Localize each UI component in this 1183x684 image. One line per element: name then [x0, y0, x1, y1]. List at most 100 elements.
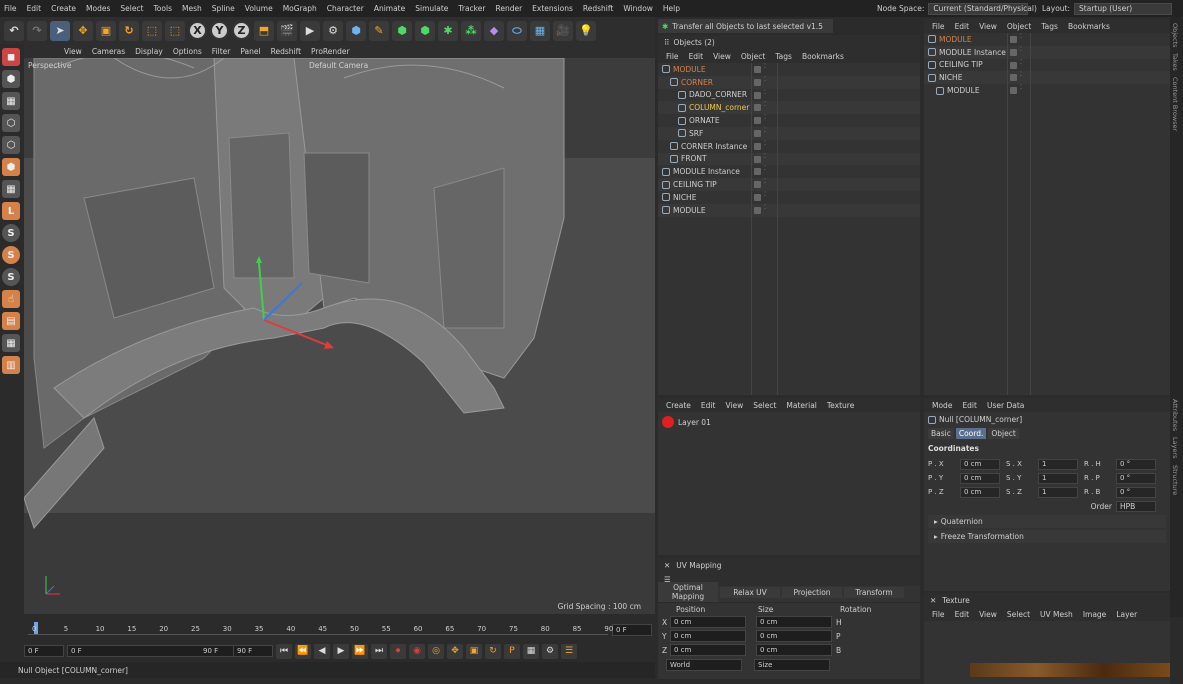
render-dots-icon[interactable]: ⁚: [1020, 72, 1023, 80]
render-region-icon[interactable]: 🎬: [277, 20, 297, 41]
close-icon[interactable]: ✕: [930, 596, 936, 605]
visibility-toggle[interactable]: [754, 129, 761, 137]
camera-icon[interactable]: 🎥: [553, 20, 573, 41]
object-row[interactable]: MODULE ⁚: [924, 84, 1170, 97]
step-forward-icon[interactable]: ⏩: [352, 643, 368, 659]
layout-dropdown[interactable]: Startup (User): [1074, 2, 1173, 15]
close-icon[interactable]: ✕: [664, 561, 670, 570]
y-axis-lock-button[interactable]: Y: [210, 21, 229, 40]
menu-mesh[interactable]: Mesh: [182, 4, 202, 13]
render-dots-icon[interactable]: ⁚: [1020, 85, 1023, 93]
mograph-icon[interactable]: ⁂: [461, 20, 481, 41]
menu-spline[interactable]: Spline: [212, 4, 235, 13]
p-value-field[interactable]: 0 cm: [960, 472, 1000, 484]
timeline-window-icon[interactable]: ☰: [561, 643, 577, 659]
visibility-toggle[interactable]: [1010, 87, 1017, 95]
menu-render[interactable]: Render: [495, 4, 522, 13]
object-row[interactable]: NICHE ⁚: [924, 71, 1170, 85]
play-icon[interactable]: ▶: [333, 643, 349, 659]
viewport-3d[interactable]: Perspective Default Camera Grid Spacing …: [24, 58, 655, 614]
coordinate-system-icon[interactable]: ⬒: [254, 20, 274, 41]
deformer-icon[interactable]: ◆: [484, 20, 504, 41]
visibility-toggle[interactable]: [754, 117, 761, 125]
render-dots-icon[interactable]: ⁚: [764, 76, 767, 85]
objects2-menu-edit[interactable]: Edit: [955, 22, 970, 31]
node-space-dropdown[interactable]: Current (Standard/Physical): [928, 2, 1037, 15]
side-tab-attributes[interactable]: Attributes: [1171, 399, 1179, 431]
material-menu-edit[interactable]: Edit: [701, 401, 716, 410]
render-dots-icon[interactable]: ⁚: [1020, 34, 1023, 42]
menu-volume[interactable]: Volume: [245, 4, 273, 13]
tab-object[interactable]: Object: [988, 428, 1019, 439]
objects-menu-bookmarks[interactable]: Bookmarks: [802, 52, 844, 61]
objects2-menu-tags[interactable]: Tags: [1041, 22, 1058, 31]
side-tab-objects[interactable]: Objects: [1171, 23, 1179, 48]
extrude-icon[interactable]: ⬢: [415, 20, 435, 41]
render-dots-icon[interactable]: ⁚: [764, 191, 767, 200]
live-selection-icon[interactable]: ⬚: [142, 20, 162, 41]
objects-menu-object[interactable]: Object: [741, 52, 765, 61]
cube-primitive-icon[interactable]: ⬢: [346, 20, 366, 41]
objects-menu-view[interactable]: View: [713, 52, 731, 61]
polygons-mode-icon[interactable]: ⬢: [2, 158, 20, 176]
record-icon[interactable]: ⏺: [390, 643, 406, 659]
end-frame-field[interactable]: 90 F: [233, 645, 273, 657]
material-menu-texture[interactable]: Texture: [827, 401, 854, 410]
menu-tracker[interactable]: Tracker: [458, 4, 485, 13]
render-dots-icon[interactable]: ⁚: [764, 140, 767, 149]
r-value-field[interactable]: 0 °: [1116, 472, 1156, 484]
render-view-icon[interactable]: ▶: [300, 20, 320, 41]
recent-tools-icon[interactable]: ⬚: [165, 20, 185, 41]
object-row[interactable]: SRF ⁚: [658, 126, 920, 140]
timeline-ruler[interactable]: 0 F 0 5 10 15 20 25 30 35 40 45 50 55 60 65 70 75 80 85 90: [24, 620, 655, 640]
tab-basic[interactable]: Basic: [928, 428, 954, 439]
side-tab-layers[interactable]: Layers: [1171, 437, 1179, 459]
attributes-menu-mode[interactable]: Mode: [932, 401, 952, 410]
tab-coord[interactable]: Coord.: [955, 428, 987, 439]
cloner-icon[interactable]: ✱: [438, 20, 458, 41]
size-mode-dropdown[interactable]: Size: [754, 659, 830, 671]
undo-icon[interactable]: ↶: [4, 20, 24, 41]
visibility-toggle[interactable]: [754, 168, 761, 176]
pen-spline-icon[interactable]: ✎: [369, 20, 389, 41]
motion-system-icon[interactable]: ⚙: [542, 643, 558, 659]
visibility-toggle[interactable]: [1010, 48, 1017, 56]
texture-menu-image[interactable]: Image: [1083, 610, 1107, 619]
menu-modes[interactable]: Modes: [86, 4, 110, 13]
snap-settings-icon[interactable]: S: [2, 246, 20, 264]
visibility-toggle[interactable]: [1010, 74, 1017, 82]
r-value-field[interactable]: 0 °: [1116, 486, 1156, 498]
object-row[interactable]: CORNER ⁚: [658, 75, 920, 89]
make-editable-icon[interactable]: ◼: [2, 48, 20, 66]
light-icon[interactable]: 💡: [576, 20, 596, 41]
objects2-menu-file[interactable]: File: [932, 22, 945, 31]
texture-menu-layer[interactable]: Layer: [1116, 610, 1137, 619]
play-back-icon[interactable]: ◀: [314, 643, 330, 659]
freeze-section[interactable]: ▸ Freeze Transformation: [928, 530, 1166, 543]
object-row[interactable]: FRONT ⁚: [658, 152, 920, 166]
position-field[interactable]: 0 cm: [670, 616, 746, 628]
visibility-toggle[interactable]: [754, 91, 761, 99]
texture-menu-view[interactable]: View: [979, 610, 997, 619]
goto-start-icon[interactable]: ⏮: [276, 643, 292, 659]
visibility-toggle[interactable]: [754, 78, 761, 86]
position-field[interactable]: 0 cm: [670, 630, 746, 642]
visibility-toggle[interactable]: [754, 206, 761, 214]
objects2-menu-object[interactable]: Object: [1007, 22, 1031, 31]
material-menu-create[interactable]: Create: [666, 401, 691, 410]
s-value-field[interactable]: 1: [1038, 458, 1078, 470]
object-row[interactable]: COLUMN_corner ⁚: [658, 101, 920, 115]
auto-key-icon[interactable]: ◉: [409, 643, 425, 659]
render-dots-icon[interactable]: ⁚: [764, 204, 767, 213]
menu-select[interactable]: Select: [120, 4, 143, 13]
visibility-toggle[interactable]: [754, 181, 761, 189]
p-value-field[interactable]: 0 cm: [960, 458, 1000, 470]
viewport-menu-display[interactable]: Display: [135, 47, 163, 56]
object-row[interactable]: ORNATE ⁚: [658, 114, 920, 127]
position-field[interactable]: 0 cm: [670, 644, 746, 656]
texture-menu-select[interactable]: Select: [1007, 610, 1030, 619]
key-scale-icon[interactable]: ▣: [466, 643, 482, 659]
render-dots-icon[interactable]: ⁚: [764, 166, 767, 174]
model-mode-icon[interactable]: ⬢: [2, 70, 20, 88]
texture-menu-edit[interactable]: Edit: [955, 610, 970, 619]
